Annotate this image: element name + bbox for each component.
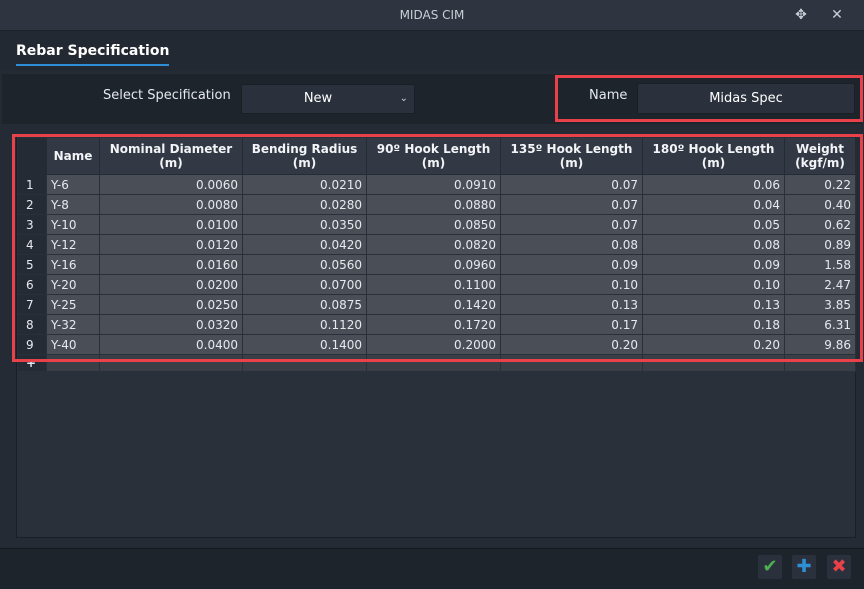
select-specification-label: Select Specification [103, 88, 231, 103]
x-icon[interactable]: ✖ [827, 555, 851, 579]
footer-bar [0, 548, 864, 589]
table-highlight-box [12, 134, 863, 362]
window-title: MIDAS CIM [399, 8, 465, 22]
close-icon[interactable]: ✕ [827, 5, 847, 25]
plus-icon[interactable]: ✚ [792, 555, 816, 579]
checkmark-icon[interactable]: ✔ [758, 555, 782, 579]
tab-rebar-specification[interactable]: Rebar Specification [16, 43, 170, 66]
move-icon[interactable]: ✥ [791, 5, 811, 25]
tab-bar: Rebar Specification [0, 31, 864, 71]
specification-dropdown[interactable]: New ⌄ [241, 84, 415, 114]
name-input[interactable]: Midas Spec [637, 83, 855, 114]
chevron-down-icon: ⌄ [399, 93, 408, 104]
title-bar: MIDAS CIM ✥ ✕ [0, 0, 864, 31]
name-label: Name [589, 88, 628, 103]
specification-dropdown-value: New [303, 91, 333, 106]
